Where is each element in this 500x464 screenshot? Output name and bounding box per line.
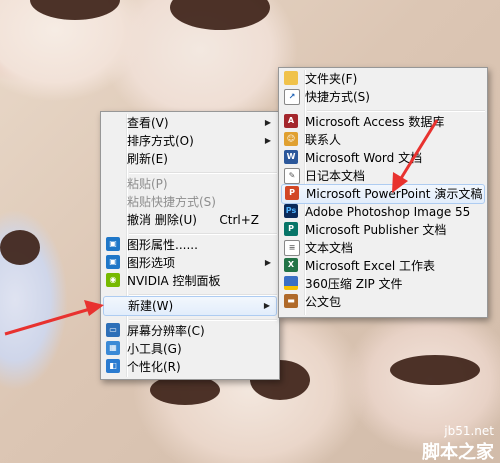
- journal-icon: ✎: [284, 168, 300, 184]
- briefcase-icon: ▬: [284, 294, 298, 308]
- menu-item-label: 文本文档: [305, 241, 354, 255]
- menu-item-label: Microsoft Publisher 文档: [305, 223, 447, 237]
- menu-item-label: 图形属性......: [127, 238, 198, 252]
- submenu-arrow-icon: ▶: [263, 301, 270, 310]
- gadgets-icon: ▦: [106, 341, 120, 355]
- menu-item-label: NVIDIA 控制面板: [127, 274, 221, 288]
- new-submenu: 文件夹(F) ↗ 快捷方式(S) A Microsoft Access 数据库 …: [278, 67, 488, 318]
- zip-icon: [284, 276, 298, 290]
- submenu-arrow-icon: ▶: [264, 258, 271, 267]
- submenu-item-text-document[interactable]: ≡ 文本文档: [281, 239, 485, 257]
- submenu-item-powerpoint-presentation[interactable]: P Microsoft PowerPoint 演示文稿: [281, 184, 485, 204]
- menu-item-label: 屏幕分辨率(C): [127, 324, 205, 338]
- menu-item-label: 日记本文档: [305, 169, 366, 183]
- menu-item-view[interactable]: 查看(V) ▶: [103, 114, 277, 132]
- menu-item-shortcut: Ctrl+Z: [219, 213, 259, 227]
- watermark-site: jb51.net: [444, 424, 494, 438]
- submenu-item-photoshop-image[interactable]: Ps Adobe Photoshop Image 55: [281, 203, 485, 221]
- watermark-brand: 脚本之家: [422, 442, 494, 463]
- menu-item-label: 个性化(R): [127, 360, 181, 374]
- folder-icon: [284, 71, 298, 85]
- desktop-context-menu: 查看(V) ▶ 排序方式(O) ▶ 刷新(E) 粘贴(P) 粘贴快捷方式(S) …: [100, 111, 280, 380]
- menu-item-label: 360压缩 ZIP 文件: [305, 277, 403, 291]
- menu-item-new[interactable]: 新建(W) ▶: [103, 296, 277, 316]
- menu-item-label: Adobe Photoshop Image 55: [305, 205, 471, 219]
- submenu-item-shortcut[interactable]: ↗ 快捷方式(S): [281, 88, 485, 106]
- display-icon: ▭: [106, 323, 120, 337]
- menu-item-label: 撤消 删除(U): [127, 213, 197, 227]
- menu-item-label: Microsoft Word 文档: [305, 151, 423, 165]
- menu-item-label: 排序方式(O): [127, 134, 194, 148]
- word-icon: W: [284, 150, 298, 164]
- menu-item-label: 粘贴快捷方式(S): [127, 195, 216, 209]
- powerpoint-icon: P: [285, 186, 299, 200]
- personalize-icon: ◧: [106, 359, 120, 373]
- menu-item-paste-shortcut[interactable]: 粘贴快捷方式(S): [103, 193, 277, 211]
- contact-icon: ☺: [284, 132, 298, 146]
- intel-graphics-icon: ▣: [106, 237, 120, 251]
- submenu-arrow-icon: ▶: [264, 136, 271, 145]
- menu-item-paste[interactable]: 粘贴(P): [103, 175, 277, 193]
- submenu-item-zip-file[interactable]: 360压缩 ZIP 文件: [281, 275, 485, 293]
- menu-item-label: 联系人: [305, 133, 342, 147]
- publisher-icon: P: [284, 222, 298, 236]
- menu-item-nvidia-control-panel[interactable]: ◉ NVIDIA 控制面板: [103, 272, 277, 290]
- menu-item-undo-delete[interactable]: 撤消 删除(U) Ctrl+Z: [103, 211, 277, 229]
- submenu-item-journal-document[interactable]: ✎ 日记本文档: [281, 167, 485, 185]
- menu-item-refresh[interactable]: 刷新(E): [103, 150, 277, 168]
- menu-item-label: 公文包: [305, 295, 342, 309]
- menu-item-screen-resolution[interactable]: ▭ 屏幕分辨率(C): [103, 322, 277, 340]
- menu-item-label: 快捷方式(S): [305, 90, 370, 104]
- menu-item-graphics-options[interactable]: ▣ 图形选项 ▶: [103, 254, 277, 272]
- menu-separator: [129, 172, 277, 174]
- menu-item-gadgets[interactable]: ▦ 小工具(G): [103, 340, 277, 358]
- menu-separator: [307, 110, 485, 112]
- menu-item-label: 文件夹(F): [305, 72, 358, 86]
- menu-item-label: 查看(V): [127, 116, 169, 130]
- menu-item-label: 小工具(G): [127, 342, 182, 356]
- menu-item-label: 粘贴(P): [127, 177, 168, 191]
- menu-item-personalize[interactable]: ◧ 个性化(R): [103, 358, 277, 376]
- submenu-item-access-database[interactable]: A Microsoft Access 数据库: [281, 113, 485, 131]
- menu-item-graphics-properties[interactable]: ▣ 图形属性......: [103, 236, 277, 254]
- submenu-item-excel-worksheet[interactable]: X Microsoft Excel 工作表: [281, 257, 485, 275]
- menu-item-label: Microsoft Access 数据库: [305, 115, 445, 129]
- intel-graphics-icon: ▣: [106, 255, 120, 269]
- submenu-item-word-document[interactable]: W Microsoft Word 文档: [281, 149, 485, 167]
- submenu-item-briefcase[interactable]: ▬ 公文包: [281, 293, 485, 311]
- submenu-item-publisher-document[interactable]: P Microsoft Publisher 文档: [281, 221, 485, 239]
- shortcut-icon: ↗: [284, 89, 300, 105]
- menu-item-label: 刷新(E): [127, 152, 168, 166]
- menu-item-label: 新建(W): [128, 299, 174, 313]
- menu-item-label: Microsoft Excel 工作表: [305, 259, 436, 273]
- menu-item-sort-by[interactable]: 排序方式(O) ▶: [103, 132, 277, 150]
- menu-separator: [129, 319, 277, 321]
- nvidia-icon: ◉: [106, 273, 120, 287]
- excel-icon: X: [284, 258, 298, 272]
- text-document-icon: ≡: [284, 240, 300, 256]
- submenu-item-contact[interactable]: ☺ 联系人: [281, 131, 485, 149]
- submenu-arrow-icon: ▶: [264, 118, 271, 127]
- menu-item-label: 图形选项: [127, 256, 176, 270]
- access-icon: A: [284, 114, 298, 128]
- menu-separator: [129, 233, 277, 235]
- submenu-item-folder[interactable]: 文件夹(F): [281, 70, 485, 88]
- menu-item-label: Microsoft PowerPoint 演示文稿: [306, 187, 483, 201]
- photoshop-icon: Ps: [284, 204, 298, 218]
